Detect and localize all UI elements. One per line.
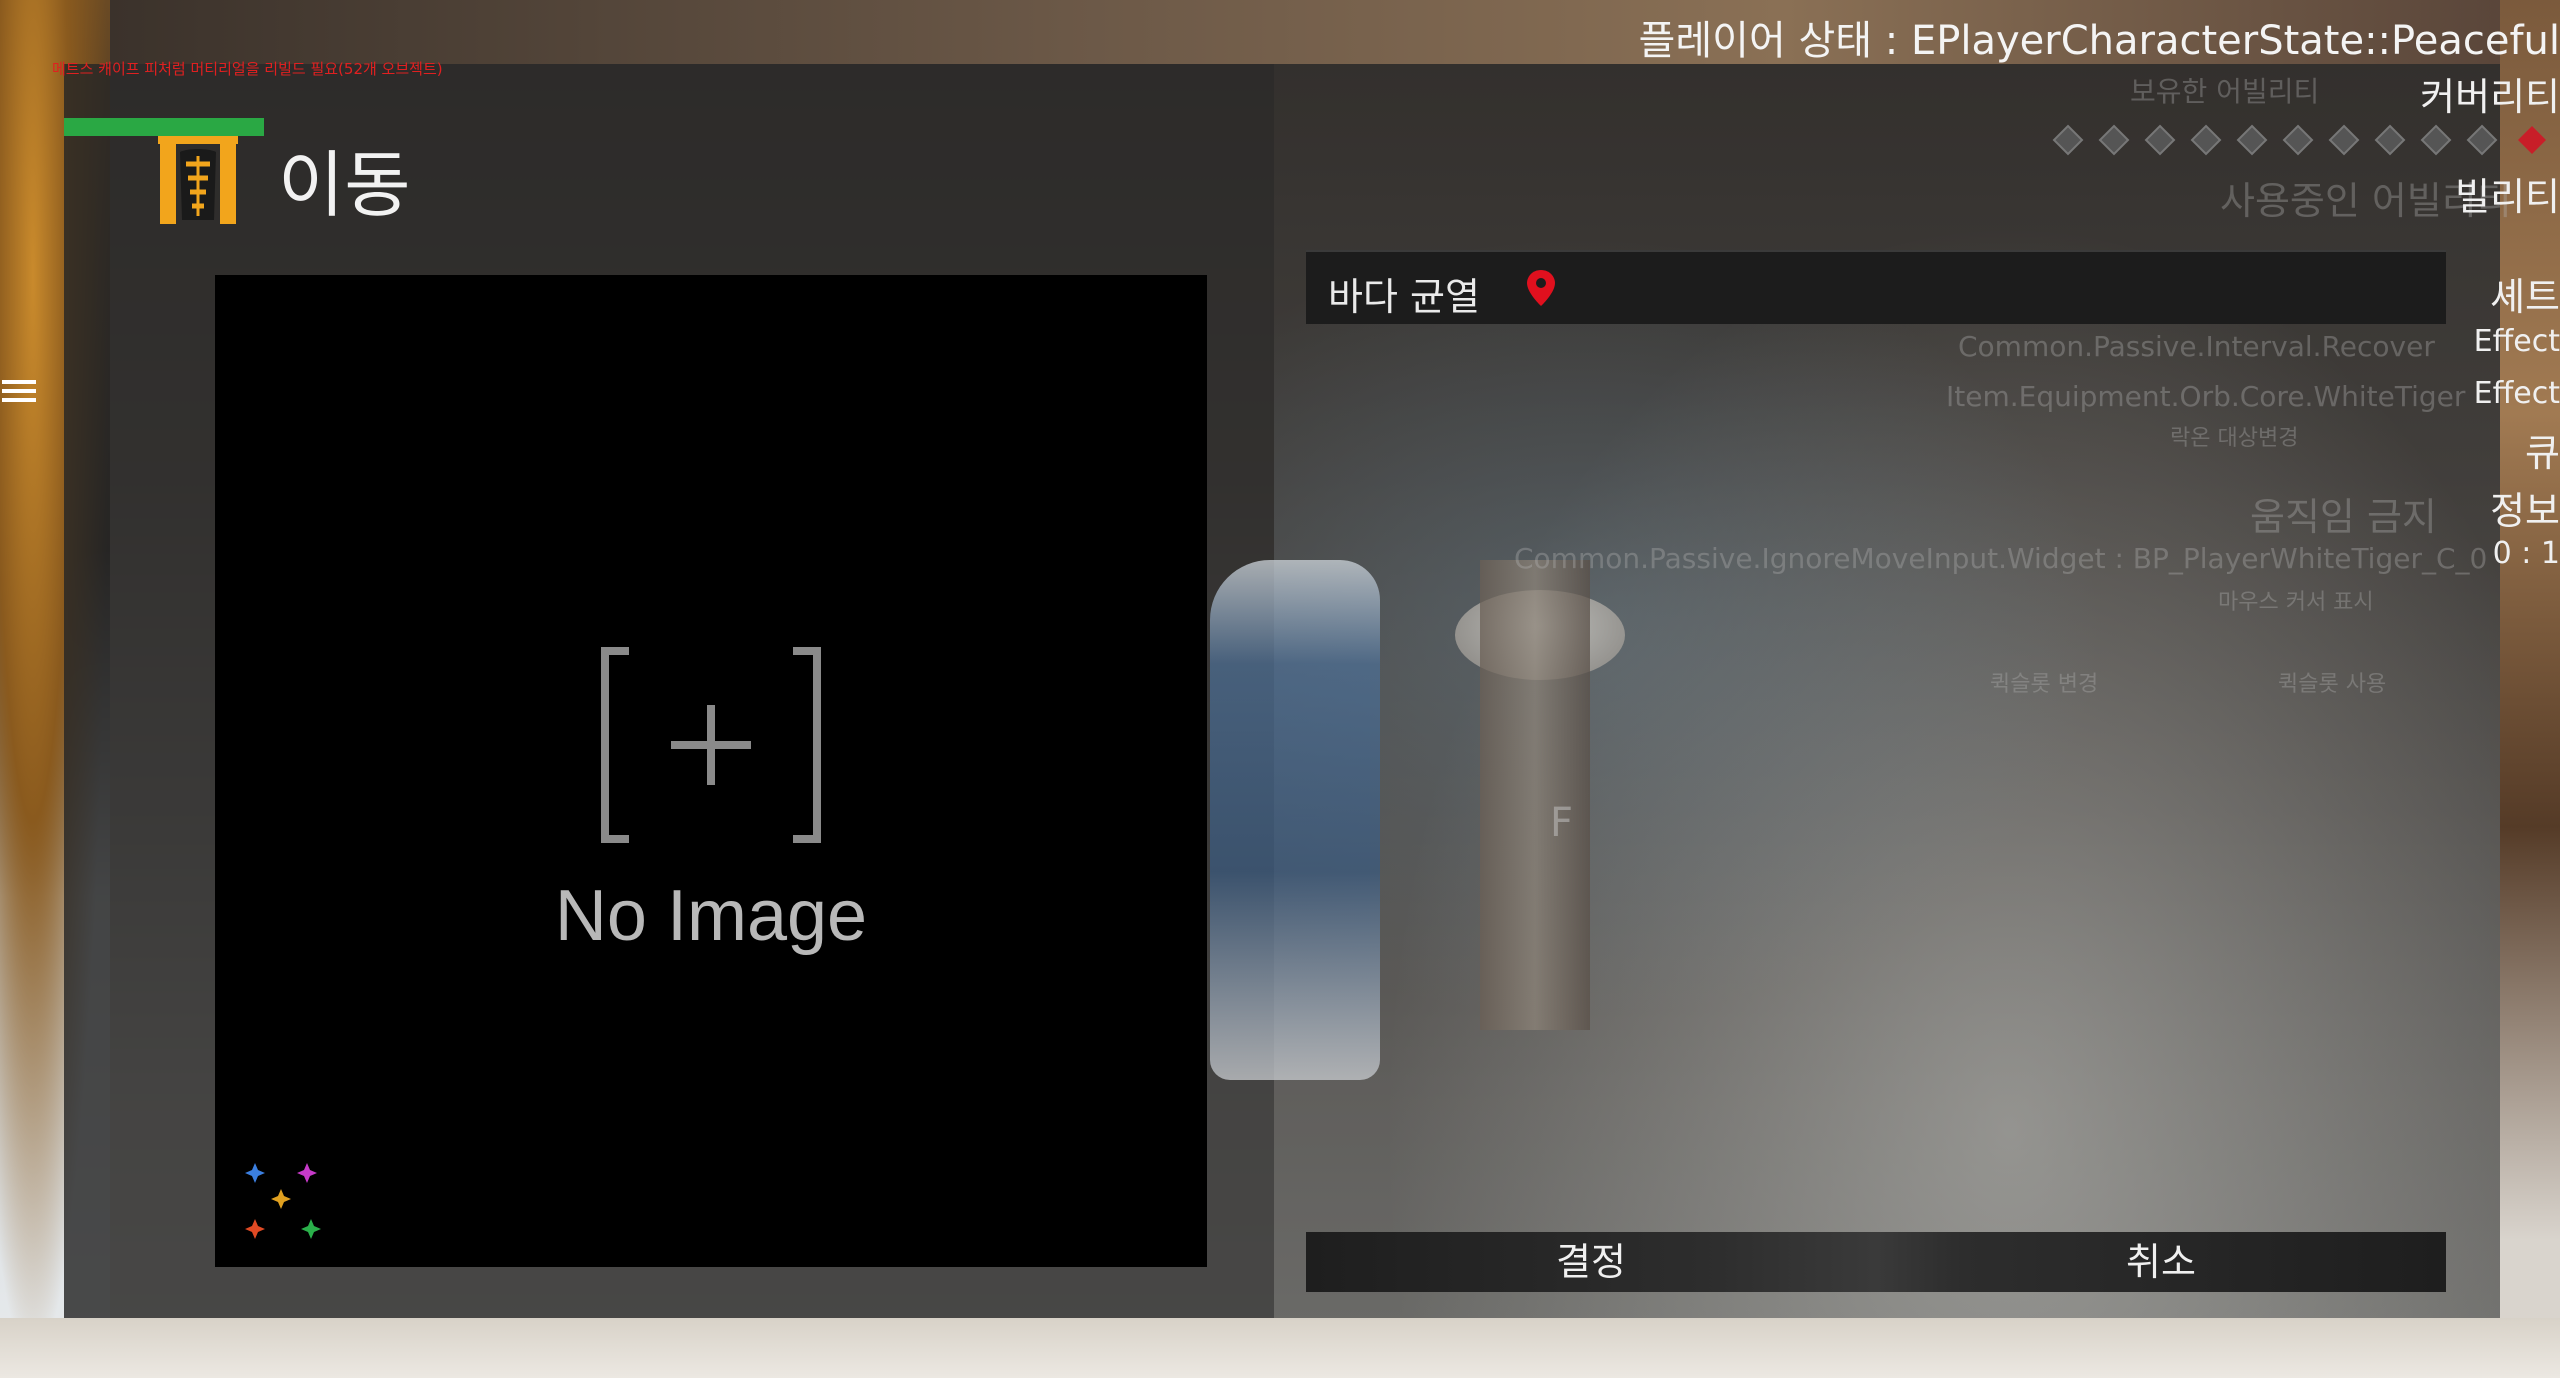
snow-ground <box>0 1318 2560 1378</box>
element-gems-icon <box>245 1163 321 1239</box>
menu-icon[interactable] <box>0 376 38 406</box>
debug-side-fragment: 정보 <box>2490 489 2560 533</box>
map-pin-icon <box>1527 270 1555 306</box>
ghost-quickslot-change: 퀵슬롯 변경 <box>1990 672 2099 697</box>
ghost-widget-line: Common.Passive.IgnoreMoveInput.Widget : … <box>1514 542 2488 575</box>
ghost-quickslot-use: 퀵슬롯 사용 <box>2278 672 2387 697</box>
debug-player-state: 플레이어 상태 : EPlayerCharacterState::Peacefu… <box>1638 18 2560 64</box>
ghost-ability-owned: 보유한 어빌리티 <box>2130 75 2320 108</box>
location-name-bar: 바다 균열 <box>1306 250 2446 324</box>
no-image-label: No Image <box>554 876 868 956</box>
debug-side-fragment: 큐 <box>2525 431 2560 475</box>
debug-side-fragment: Effect <box>2473 376 2560 411</box>
location-image-preview: No Image <box>215 275 1207 1267</box>
debug-material-warning: 메트스 캐이프 피처럼 머티리얼을 리빌드 필요(52개 오브젝트) <box>52 60 443 78</box>
debug-side-fragment: 빌리티 <box>2455 175 2560 219</box>
player-character <box>1210 560 1380 1080</box>
interact-key-f: F <box>1550 800 1574 846</box>
image-placeholder-icon <box>601 647 821 843</box>
debug-side-fragment: 0 : 1 <box>2492 536 2560 571</box>
health-bar <box>64 118 264 136</box>
ghost-effect-line-2: Item.Equipment.Orb.Core.WhiteTiger <box>1946 380 2466 413</box>
debug-side-fragment: Effect <box>2473 324 2560 359</box>
ability-status-icons <box>2052 124 2546 156</box>
stone-pillar <box>1480 560 1590 1030</box>
page-title: 이동 <box>278 143 411 227</box>
debug-side-fragment: 셰트 <box>2490 275 2560 319</box>
ghost-cursor-show: 마우스 커서 표시 <box>2218 590 2374 615</box>
ghost-target-change: 락온 대상변경 <box>2170 426 2299 451</box>
confirm-button[interactable]: 결정 <box>1306 1232 1876 1292</box>
ghost-effect-line-1: Common.Passive.Interval.Recover <box>1958 330 2435 363</box>
debug-side-fragment: 커버리티 <box>2420 75 2560 119</box>
cancel-button[interactable]: 취소 <box>1876 1232 2446 1292</box>
location-name: 바다 균열 <box>1328 275 1480 319</box>
ghost-move-forbidden: 움직임 금지 <box>2250 495 2437 539</box>
